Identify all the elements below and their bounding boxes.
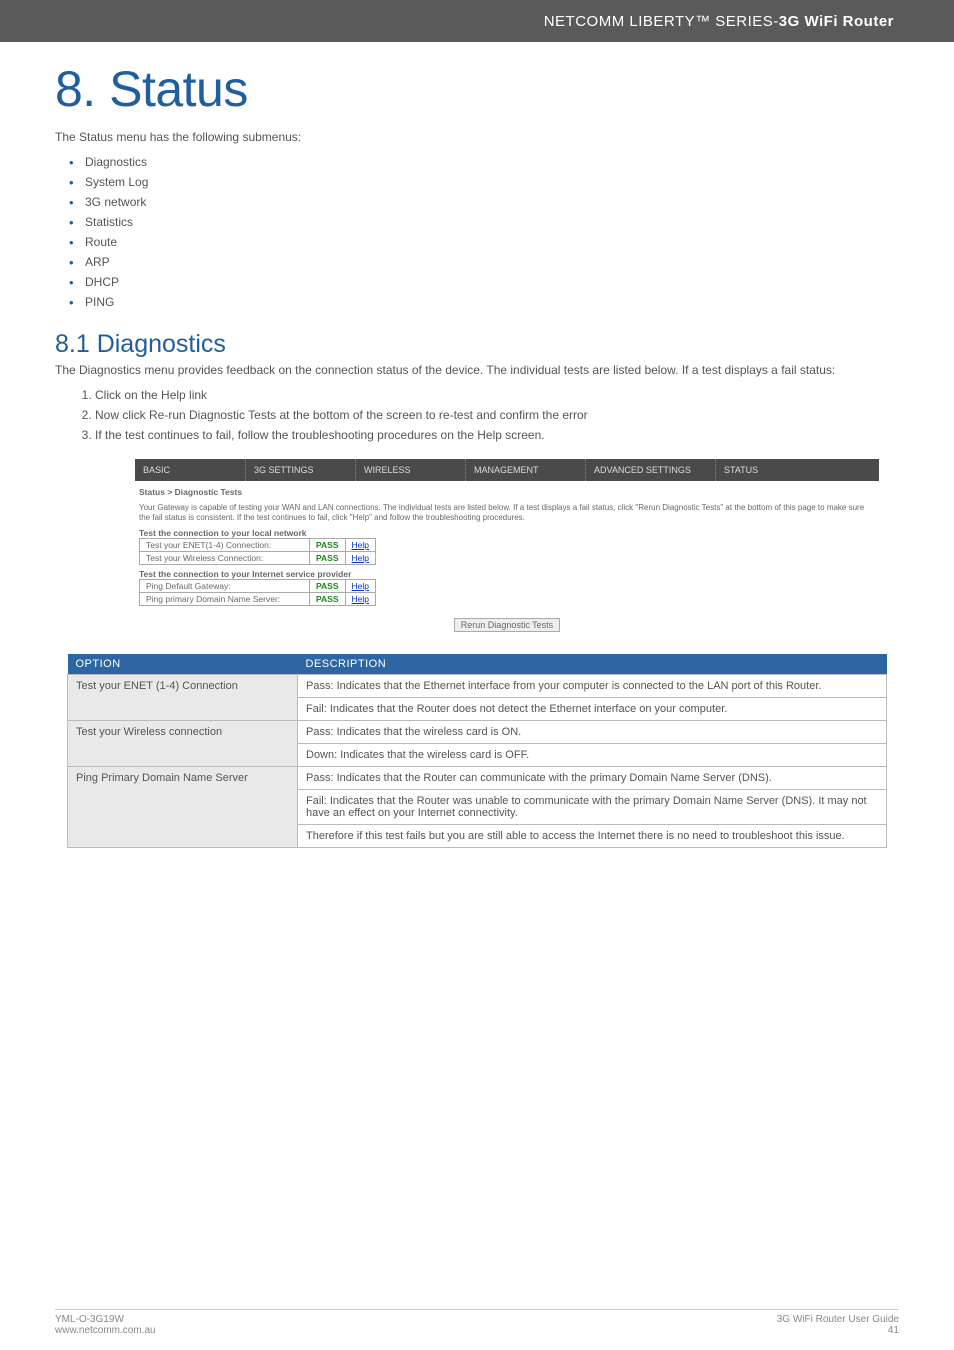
option-label: Ping Primary Domain Name Server [68, 767, 298, 848]
table-row: Ping Default Gateway: PASS Help [140, 580, 376, 593]
table-header-row: OPTION DESCRIPTION [68, 654, 887, 675]
group2-heading: Test the connection to your Internet ser… [139, 569, 875, 579]
col-option: OPTION [68, 654, 298, 675]
option-desc: Pass: Indicates that the wireless card i… [298, 721, 887, 744]
footer-model: YML-O-3G19W [55, 1314, 156, 1325]
table-row: Test your Wireless connection Pass: Indi… [68, 721, 887, 744]
page-content: 8. Status The Status menu has the follow… [0, 42, 954, 848]
group2-table: Ping Default Gateway: PASS Help Ping pri… [139, 579, 376, 606]
steps-list: Click on the Help link Now click Re-run … [55, 385, 899, 445]
submenu-item: PING [85, 292, 899, 312]
option-desc: Down: Indicates that the wireless card i… [298, 744, 887, 767]
test-status: PASS [310, 552, 346, 565]
page-footer: YML-O-3G19W www.netcomm.com.au 3G WiFi R… [0, 1314, 954, 1336]
submenu-item: Route [85, 232, 899, 252]
option-desc: Fail: Indicates that the Router does not… [298, 698, 887, 721]
step-item: Click on the Help link [95, 385, 899, 405]
option-label: Test your ENET (1-4) Connection [68, 675, 298, 721]
test-status: PASS [310, 580, 346, 593]
submenu-item: System Log [85, 172, 899, 192]
nav-status[interactable]: STATUS [715, 459, 879, 481]
option-desc: Fail: Indicates that the Router was unab… [298, 790, 887, 825]
chapter-title: 8. Status [55, 60, 899, 118]
footer-left: YML-O-3G19W www.netcomm.com.au [55, 1314, 156, 1336]
submenu-item: 3G network [85, 192, 899, 212]
help-link[interactable]: Help [352, 540, 369, 550]
table-row: Test your ENET (1-4) Connection Pass: In… [68, 675, 887, 698]
section-title: 8.1 Diagnostics [55, 330, 899, 359]
group1-table: Test your ENET(1-4) Connection: PASS Hel… [139, 538, 376, 565]
help-link[interactable]: Help [352, 553, 369, 563]
nav-wireless[interactable]: WIRELESS [355, 459, 465, 481]
table-row: Test your ENET(1-4) Connection: PASS Hel… [140, 539, 376, 552]
intro-text: The Status menu has the following submen… [55, 130, 899, 144]
diagnostics-note: Your Gateway is capable of testing your … [139, 503, 875, 522]
nav-management[interactable]: MANAGEMENT [465, 459, 585, 481]
footer-guide: 3G WiFi Router User Guide [777, 1314, 899, 1325]
help-link[interactable]: Help [352, 594, 369, 604]
test-label: Test your Wireless Connection: [140, 552, 310, 565]
embedded-screenshot: BASIC 3G SETTINGS WIRELESS MANAGEMENT AD… [55, 459, 899, 636]
router-nav: BASIC 3G SETTINGS WIRELESS MANAGEMENT AD… [135, 459, 879, 481]
footer-url: www.netcomm.com.au [55, 1325, 156, 1336]
test-label: Ping primary Domain Name Server: [140, 593, 310, 606]
option-desc: Pass: Indicates that the Router can comm… [298, 767, 887, 790]
table-row: Ping primary Domain Name Server: PASS He… [140, 593, 376, 606]
help-link[interactable]: Help [352, 581, 369, 591]
submenu-item: Diagnostics [85, 152, 899, 172]
step-item: Now click Re-run Diagnostic Tests at the… [95, 405, 899, 425]
breadcrumb: Status > Diagnostic Tests [139, 487, 875, 497]
test-status: PASS [310, 593, 346, 606]
col-description: DESCRIPTION [298, 654, 887, 675]
table-row: Ping Primary Domain Name Server Pass: In… [68, 767, 887, 790]
options-table: OPTION DESCRIPTION Test your ENET (1-4) … [67, 654, 887, 848]
group1-heading: Test the connection to your local networ… [139, 528, 875, 538]
option-desc: Pass: Indicates that the Ethernet interf… [298, 675, 887, 698]
footer-right: 3G WiFi Router User Guide 41 [777, 1314, 899, 1336]
header-brand-thin: NETCOMM LIBERTY™ SERIES [544, 13, 774, 30]
footer-page-number: 41 [777, 1325, 899, 1336]
test-label: Test your ENET(1-4) Connection: [140, 539, 310, 552]
submenu-item: DHCP [85, 272, 899, 292]
step-item: If the test continues to fail, follow th… [95, 425, 899, 445]
nav-basic[interactable]: BASIC [135, 459, 245, 481]
test-status: PASS [310, 539, 346, 552]
rerun-button[interactable]: Rerun Diagnostic Tests [454, 618, 560, 632]
diagnostics-panel: Status > Diagnostic Tests Your Gateway i… [135, 481, 879, 636]
option-desc: Therefore if this test fails but you are… [298, 825, 887, 848]
footer-divider [55, 1309, 899, 1310]
option-label: Test your Wireless connection [68, 721, 298, 767]
submenu-item: ARP [85, 252, 899, 272]
header-brand-bold: 3G WiFi Router [779, 13, 894, 30]
nav-advanced[interactable]: ADVANCED SETTINGS [585, 459, 715, 481]
test-label: Ping Default Gateway: [140, 580, 310, 593]
submenu-list: Diagnostics System Log 3G network Statis… [55, 152, 899, 312]
section-intro: The Diagnostics menu provides feedback o… [55, 363, 899, 377]
table-row: Test your Wireless Connection: PASS Help [140, 552, 376, 565]
page-header: NETCOMM LIBERTY™ SERIES - 3G WiFi Router [0, 0, 954, 42]
nav-3g-settings[interactable]: 3G SETTINGS [245, 459, 355, 481]
submenu-item: Statistics [85, 212, 899, 232]
